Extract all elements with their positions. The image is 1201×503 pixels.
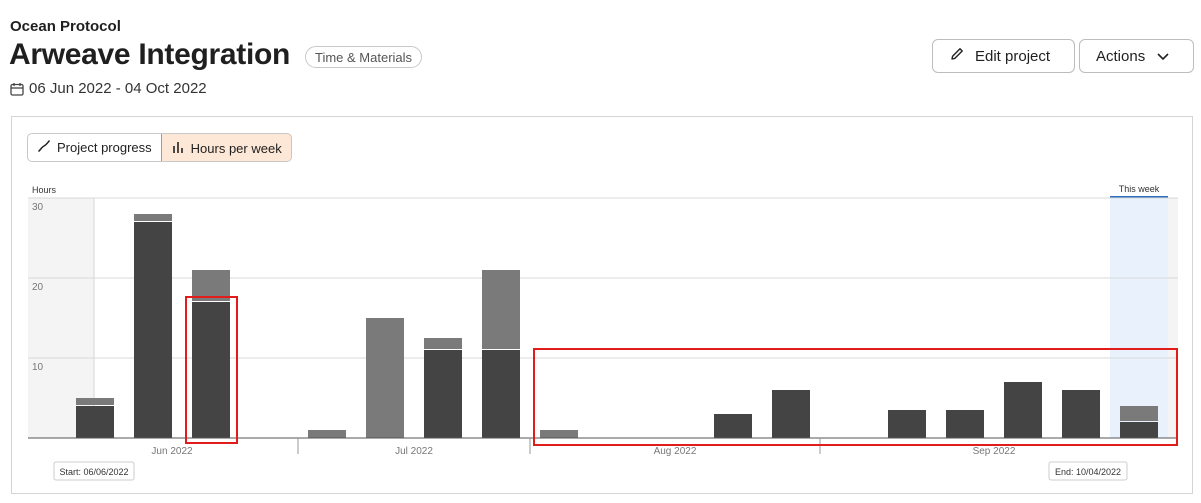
bar-unbilled: [540, 430, 578, 438]
bar-unbilled: [308, 430, 346, 438]
y-axis-label: Hours: [32, 185, 57, 195]
month-label: Jun 2022: [151, 446, 193, 457]
bar-unbilled: [424, 338, 462, 349]
bar-billed: [134, 222, 172, 438]
bar-unbilled: [76, 398, 114, 405]
bar-unbilled: [482, 270, 520, 349]
y-tick-label: 10: [32, 362, 44, 373]
bar-unbilled: [366, 318, 404, 438]
y-tick-label: 30: [32, 202, 44, 213]
hours-per-week-chart: This week 10 20 30 Hours Jun 2022 Jul 2022 Aug …: [28, 184, 1178, 481]
bar-unbilled: [134, 214, 172, 221]
month-label: Aug 2022: [654, 446, 697, 457]
month-label: Sep 2022: [973, 446, 1016, 457]
end-date-label: End: 10/04/2022: [1055, 467, 1121, 477]
this-week-highlight: [1110, 198, 1168, 438]
bar-billed: [424, 350, 462, 438]
bar-billed: [1062, 390, 1100, 438]
bar-billed: [888, 410, 926, 438]
bar-unbilled: [1120, 406, 1158, 421]
start-date-label: Start: 06/06/2022: [59, 467, 128, 477]
bar-billed: [482, 350, 520, 438]
this-week-label: This week: [1119, 184, 1160, 194]
bar-billed: [714, 414, 752, 438]
bar-billed: [192, 302, 230, 438]
bar-billed: [76, 406, 114, 438]
bar-billed: [772, 390, 810, 438]
bar-unbilled: [192, 270, 230, 301]
bar-billed: [1120, 422, 1158, 438]
month-label: Jul 2022: [395, 446, 433, 457]
bar-billed: [946, 410, 984, 438]
bar-billed: [1004, 382, 1042, 438]
y-tick-label: 20: [32, 282, 44, 293]
